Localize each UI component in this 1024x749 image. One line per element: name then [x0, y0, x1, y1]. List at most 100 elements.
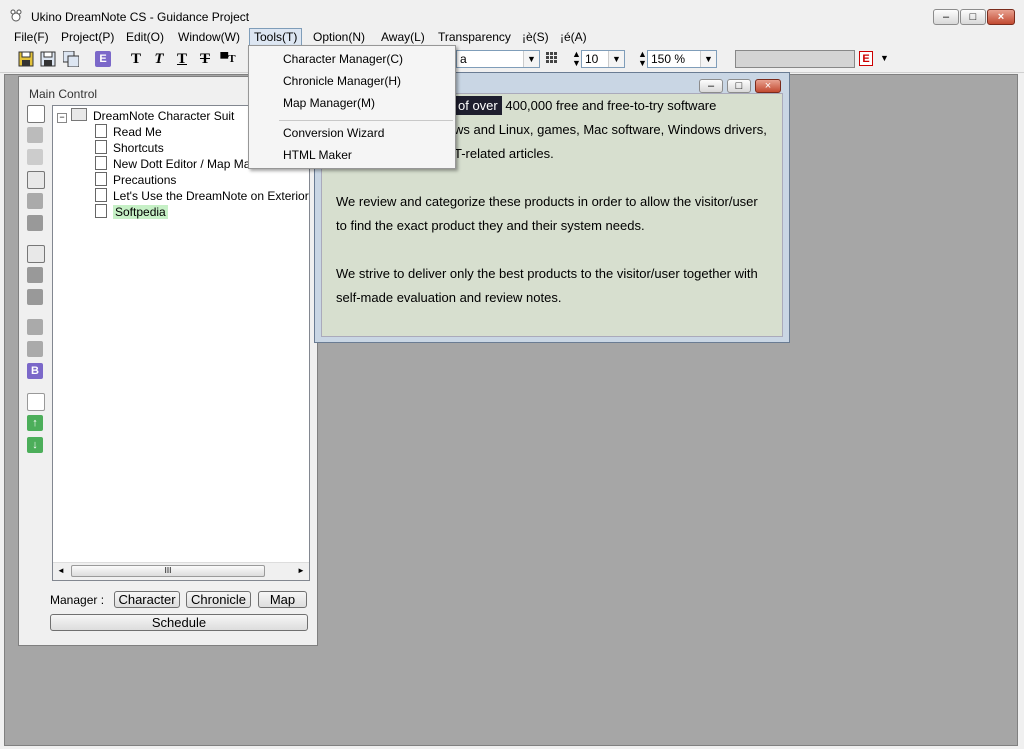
scroll-right-icon[interactable]: ►: [297, 566, 305, 575]
note-line-1: of over 400,000 free and free-to-try sof…: [454, 96, 717, 115]
import-icon[interactable]: [27, 319, 43, 335]
menu-separator: [279, 120, 453, 121]
font-size-spinner-icon[interactable]: ▲ ▼: [572, 50, 581, 68]
folder-icon[interactable]: [27, 245, 45, 263]
tree-item-shortcuts[interactable]: Shortcuts: [95, 140, 164, 156]
tree-item-softpedia[interactable]: Softpedia: [95, 204, 168, 220]
save-all-icon[interactable]: [62, 50, 80, 68]
style-badge[interactable]: E: [95, 51, 111, 67]
note-line-1-text: 400,000 free and free-to-try software: [501, 98, 717, 113]
menu-map-manager[interactable]: Map Manager(M): [283, 96, 375, 110]
tools-dropdown-menu: Character Manager(C) Chronicle Manager(H…: [248, 45, 456, 169]
folder-closed-icon[interactable]: [27, 267, 43, 283]
app-icon: [9, 9, 23, 23]
menu-conversion-wizard[interactable]: Conversion Wizard: [283, 126, 384, 140]
menu-bar: File(F) Project(P) Edit(O) Window(W) Too…: [0, 28, 1024, 46]
schedule-button[interactable]: Schedule: [50, 614, 308, 631]
color-swatch[interactable]: [735, 50, 855, 68]
color-badge[interactable]: E: [859, 51, 873, 66]
toolbar: E T T T T ▀T a ▼ ▲ ▼ 10 ▼ ▲ ▼ 150 % ▼ E ▼: [0, 46, 1024, 73]
tree-item-precautions[interactable]: Precautions: [95, 172, 176, 188]
chevron-down-icon[interactable]: ▼: [880, 53, 889, 63]
horizontal-scrollbar[interactable]: ◄ III ►: [53, 562, 309, 580]
arrow-up-icon[interactable]: ↑: [27, 415, 43, 431]
list-icon[interactable]: [27, 393, 45, 411]
menu-file[interactable]: File(F): [10, 29, 53, 45]
b-icon[interactable]: B: [27, 363, 43, 379]
pattern-icon[interactable]: [27, 127, 43, 143]
tree-item-label: Precautions: [113, 173, 177, 187]
note-line-3: T-related articles.: [454, 146, 554, 161]
note-line-6: We strive to deliver only the best produ…: [336, 266, 758, 281]
export-icon[interactable]: [27, 341, 43, 357]
document-icon: [95, 188, 107, 202]
note-maximize-button[interactable]: □: [727, 79, 751, 93]
font-size-value: 10: [585, 52, 599, 66]
menu-edit[interactable]: Edit(O): [122, 29, 168, 45]
bold-icon[interactable]: T: [128, 51, 144, 67]
zoom-select[interactable]: 150 % ▼: [647, 50, 717, 68]
document-icon: [95, 140, 107, 154]
note-line-4: We review and categorize these products …: [336, 194, 758, 209]
new-doc-icon[interactable]: [27, 105, 45, 123]
document-icon: [95, 172, 107, 186]
window-title: Ukino DreamNote CS - Guidance Project: [31, 10, 250, 24]
maximize-button[interactable]: □: [960, 9, 986, 25]
menu-html-maker[interactable]: HTML Maker: [283, 148, 352, 162]
tree-item-read-me[interactable]: Read Me: [95, 124, 162, 140]
chronicle-button[interactable]: Chronicle: [186, 591, 251, 608]
menu-down[interactable]: ¡é(A): [556, 29, 591, 45]
tree-item-dott-editor[interactable]: New Dott Editor / Map Maker: [95, 156, 267, 172]
arrow-down-icon[interactable]: ↓: [27, 437, 43, 453]
menu-tools[interactable]: Tools(T): [249, 28, 303, 46]
collapse-icon[interactable]: −: [57, 113, 67, 123]
grid-pattern-icon[interactable]: [27, 193, 43, 209]
menu-up[interactable]: ¡è(S): [518, 29, 553, 45]
menu-character-manager[interactable]: Character Manager(C): [283, 52, 403, 66]
save-as-icon[interactable]: [40, 51, 56, 67]
folder-dark-icon[interactable]: [27, 289, 43, 305]
menu-project[interactable]: Project(P): [57, 29, 118, 45]
scroll-left-icon[interactable]: ◄: [57, 566, 65, 575]
zoom-spinner-icon[interactable]: ▲ ▼: [638, 50, 647, 68]
chevron-down-icon: ▼: [523, 51, 539, 67]
font-size-select[interactable]: 10 ▼: [581, 50, 625, 68]
grid-icon[interactable]: [545, 51, 559, 65]
tree-item-label: Let's Use the DreamNote on Exterior Com: [113, 189, 309, 203]
tree-item-label: New Dott Editor / Map Maker: [113, 157, 268, 171]
zoom-value: 150 %: [651, 52, 686, 66]
strikethrough-icon[interactable]: T: [197, 51, 213, 67]
save-icon[interactable]: [18, 51, 34, 67]
document-icon: [95, 124, 107, 138]
italic-icon[interactable]: T: [151, 51, 167, 67]
map-button[interactable]: Map: [258, 591, 307, 608]
panel-title: Main Control: [29, 87, 98, 101]
menu-transparency[interactable]: Transparency: [434, 29, 515, 45]
minimize-button[interactable]: –: [933, 9, 959, 25]
copy-icon[interactable]: [27, 171, 45, 189]
menu-option[interactable]: Option(N): [309, 29, 369, 45]
chevron-down-icon: ▼: [700, 51, 716, 67]
close-button[interactable]: ×: [987, 9, 1015, 25]
font-name-select[interactable]: a ▼: [456, 50, 540, 68]
menu-window[interactable]: Window(W): [174, 29, 244, 45]
superscript-icon[interactable]: ▀T: [220, 51, 236, 67]
tree-item-exterior[interactable]: Let's Use the DreamNote on Exterior Com: [95, 188, 309, 204]
menu-away[interactable]: Away(L): [377, 29, 429, 45]
scroll-thumb[interactable]: III: [71, 565, 265, 577]
highlighted-text: of over: [454, 96, 502, 115]
note-close-button[interactable]: ×: [755, 79, 781, 93]
character-button[interactable]: Character: [114, 591, 180, 608]
underline-icon[interactable]: T: [174, 51, 190, 67]
storage-icon[interactable]: [27, 215, 43, 231]
tree-item-label: Read Me: [113, 125, 162, 139]
folder-icon: [71, 108, 87, 121]
tree-item-label-selected: Softpedia: [113, 205, 168, 219]
note-minimize-button[interactable]: –: [699, 79, 723, 93]
tree-root[interactable]: − DreamNote Character Suit: [57, 108, 234, 124]
link-icon[interactable]: [27, 149, 43, 165]
manager-label: Manager :: [50, 593, 105, 607]
font-name-value: a: [460, 52, 467, 66]
project-tree[interactable]: − DreamNote Character Suit Read Me Shortc…: [52, 105, 310, 581]
menu-chronicle-manager[interactable]: Chronicle Manager(H): [283, 74, 401, 88]
